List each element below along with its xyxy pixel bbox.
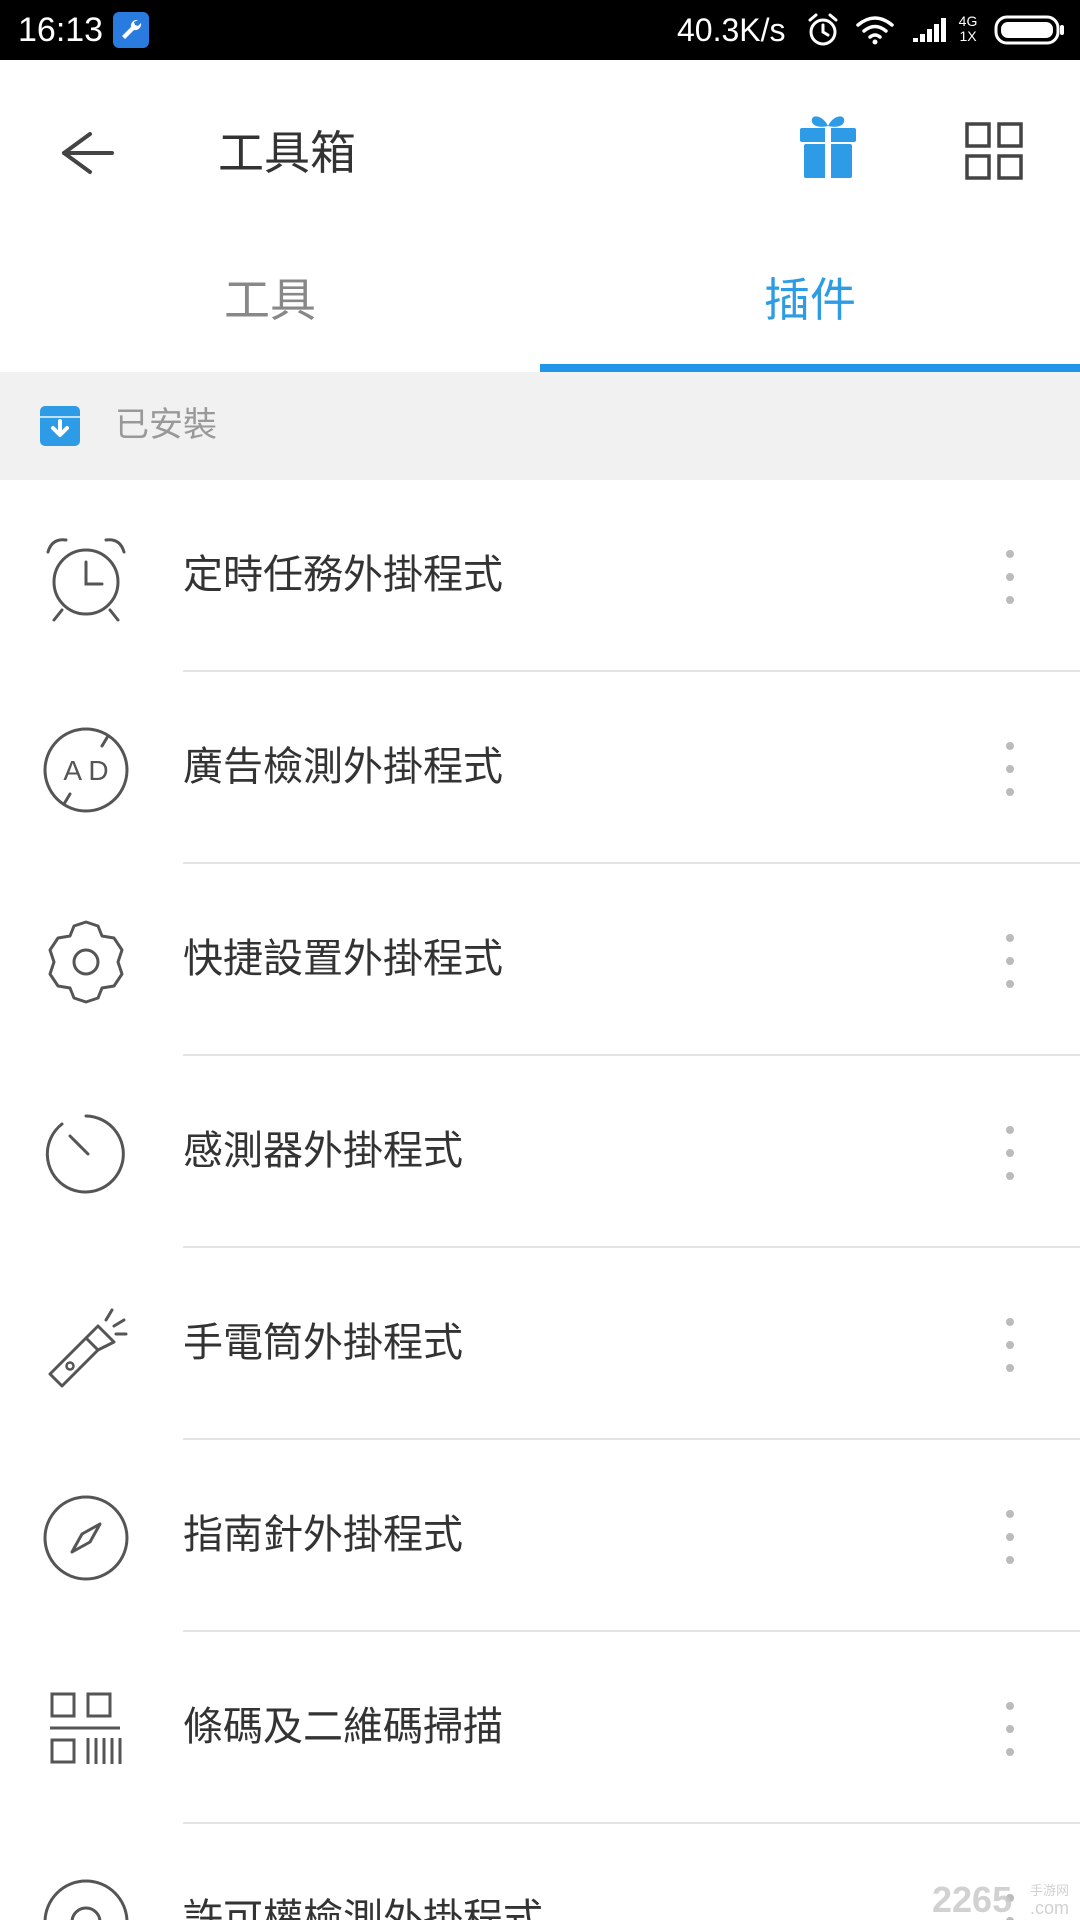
plugin-row-sensor[interactable]: 感測器外掛程式 <box>0 1056 1080 1248</box>
app-bar: 工具箱 <box>0 60 1080 230</box>
tab-indicator <box>540 364 1080 372</box>
network-speed: 40.3K/s <box>677 12 786 48</box>
section-label: 已安裝 <box>115 405 217 445</box>
back-arrow-icon <box>62 132 114 174</box>
battery-icon <box>994 14 1066 46</box>
more-options-icon[interactable] <box>990 1694 1030 1764</box>
tab-bar: 工具 插件 <box>0 230 1080 372</box>
more-options-icon[interactable] <box>990 1118 1030 1188</box>
plugin-row-permission[interactable]: 許可權檢測外掛程式 <box>0 1824 1080 1920</box>
gift-button[interactable] <box>788 106 868 186</box>
permission-icon <box>40 1876 132 1920</box>
sensor-dial-icon <box>40 1108 132 1200</box>
more-options-icon[interactable] <box>990 734 1030 804</box>
download-box-icon <box>38 404 82 448</box>
qr-code-icon <box>40 1684 132 1776</box>
plugin-row-compass[interactable]: 指南針外掛程式 <box>0 1440 1080 1632</box>
plugin-name: 許可權檢測外掛程式 <box>183 1896 543 1920</box>
watermark-brand: 2265 <box>932 1879 1012 1918</box>
plugin-name: 定時任務外掛程式 <box>183 552 503 598</box>
plugin-name: 指南針外掛程式 <box>183 1512 463 1558</box>
plugin-name: 條碼及二維碼掃描 <box>183 1704 503 1750</box>
status-bar: 16:13 40.3K/s 4G 1X <box>0 0 1080 60</box>
grid-view-button[interactable] <box>955 114 1035 194</box>
alarm-icon <box>806 12 840 48</box>
wrench-app-icon <box>113 12 149 48</box>
ad-icon-text: A D <box>63 755 108 786</box>
page-title: 工具箱 <box>218 126 356 180</box>
section-header-installed: 已安裝 <box>0 372 1080 480</box>
plugin-name: 廣告檢測外掛程式 <box>183 744 503 790</box>
status-time: 16:13 <box>18 11 104 49</box>
network-type-4g: 4G <box>958 13 978 29</box>
watermark-cn: 手游网 <box>1030 1884 1069 1899</box>
more-options-icon[interactable] <box>990 1310 1030 1380</box>
compass-icon <box>40 1492 132 1584</box>
more-options-icon[interactable] <box>990 1502 1030 1572</box>
watermark-domain: .com <box>1030 1898 1069 1918</box>
plugin-name: 感測器外掛程式 <box>183 1128 463 1174</box>
gift-icon <box>800 116 856 178</box>
plugin-name: 快捷設置外掛程式 <box>183 936 503 982</box>
plugin-row-ad-detection[interactable]: A D 廣告檢測外掛程式 <box>0 672 1080 864</box>
flashlight-icon <box>40 1300 132 1392</box>
network-type-1x: 1X <box>959 28 977 44</box>
plugin-name: 手電筒外掛程式 <box>183 1320 463 1366</box>
plugin-list: 定時任務外掛程式 A D 廣告檢測外掛程式 快捷設置外掛程式 感測器外掛程式 手… <box>0 480 1080 1920</box>
back-button[interactable] <box>40 110 126 196</box>
gear-icon <box>40 916 132 1008</box>
network-type: 4G 1X <box>955 14 981 44</box>
signal-icon <box>912 16 950 44</box>
alarm-clock-icon <box>40 532 132 624</box>
more-options-icon[interactable] <box>990 542 1030 612</box>
grid-icon <box>965 122 1023 180</box>
watermark: 2265 手游网 .com <box>930 1878 1080 1920</box>
more-options-icon[interactable] <box>990 926 1030 996</box>
plugin-row-timer[interactable]: 定時任務外掛程式 <box>0 480 1080 672</box>
wifi-icon <box>855 14 895 46</box>
tab-plugins[interactable]: 插件 <box>540 230 1080 372</box>
tab-tools[interactable]: 工具 <box>0 230 540 372</box>
plugin-row-flashlight[interactable]: 手電筒外掛程式 <box>0 1248 1080 1440</box>
ad-block-icon: A D <box>40 724 132 816</box>
plugin-row-quick-settings[interactable]: 快捷設置外掛程式 <box>0 864 1080 1056</box>
plugin-row-barcode-scan[interactable]: 條碼及二維碼掃描 <box>0 1632 1080 1824</box>
